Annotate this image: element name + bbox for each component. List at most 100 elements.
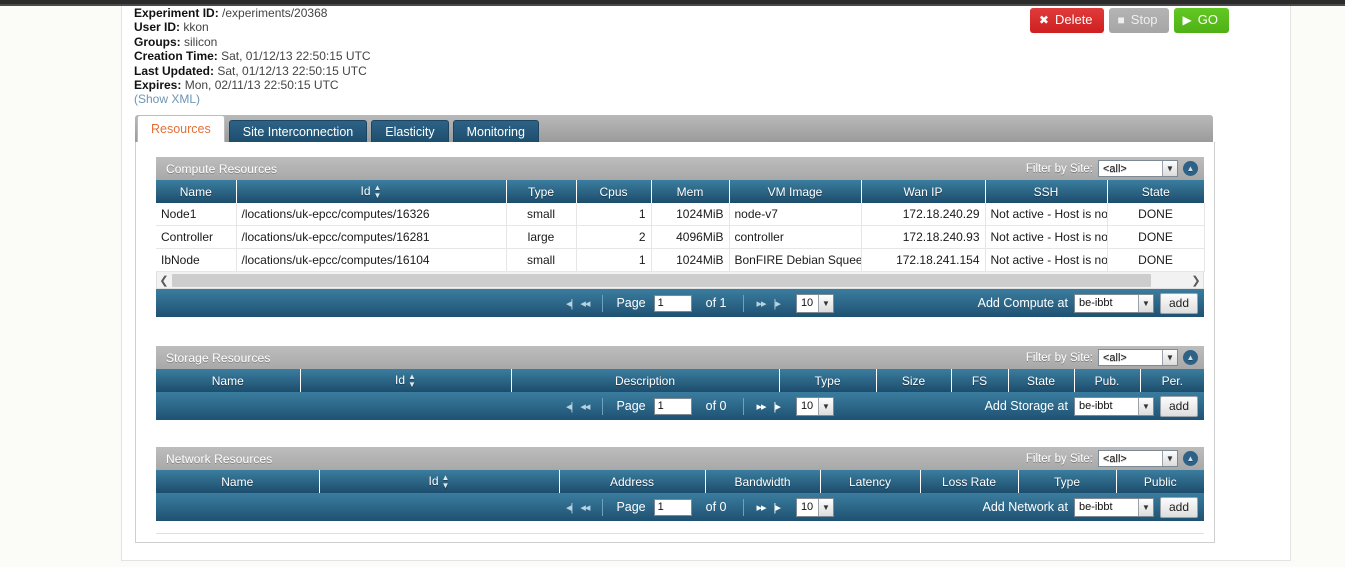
tab-resources[interactable]: Resources	[137, 115, 225, 143]
metadata-value: silicon	[180, 34, 218, 49]
add-button[interactable]: add	[1159, 395, 1198, 417]
filter-by-site-select[interactable]: <all> ▼	[1098, 349, 1178, 366]
column-header-wan-ip[interactable]: Wan IP	[861, 180, 986, 203]
chevron-down-icon: ▼	[1137, 294, 1153, 312]
scroll-right-arrow-icon[interactable]: ❯	[1189, 274, 1203, 287]
add-site-select[interactable]: be-ibbt ▼	[1073, 293, 1154, 313]
last-page-icon[interactable]: |▸	[774, 501, 781, 514]
add-button[interactable]: add	[1159, 292, 1198, 314]
column-header-pub[interactable]: Pub.	[1074, 369, 1141, 392]
rows-per-page-select[interactable]: 10 ▼	[795, 497, 834, 517]
add-site-select[interactable]: be-ibbt ▼	[1073, 396, 1154, 416]
rows-per-page-value: 10	[800, 400, 814, 412]
column-header-bandwidth[interactable]: Bandwidth	[705, 470, 821, 493]
first-page-icon[interactable]: ◂|	[566, 400, 573, 413]
rows-per-page-select[interactable]: 10 ▼	[795, 293, 834, 313]
divider	[742, 294, 744, 312]
column-header-description[interactable]: Description	[511, 369, 780, 392]
column-header-per[interactable]: Per.	[1140, 369, 1204, 392]
table-row[interactable]: Node1/locations/uk-epcc/computes/16326 sm…	[156, 203, 1205, 226]
table-cell-ssh: Not active - Host is no	[985, 225, 1108, 249]
pagination-controls: ◂| ◂◂ Page of 0 ▸▸ |▸ 10▼	[566, 396, 834, 416]
column-header-label: Size	[901, 373, 926, 388]
chevron-down-icon: ▼	[1162, 350, 1177, 365]
collapse-section-button[interactable]: ▲	[1183, 451, 1198, 466]
network-resources-section: Network Resources Filter by Site: <all> ▼ ▲ N…	[156, 447, 1204, 521]
column-header-type[interactable]: Type	[506, 180, 577, 203]
add-site-value: be-ibbt	[1078, 297, 1113, 309]
page-number-input[interactable]	[653, 397, 692, 415]
chevron-down-icon: ▼	[1162, 451, 1177, 466]
first-page-icon[interactable]: ◂|	[566, 297, 573, 310]
collapse-section-button[interactable]: ▲	[1183, 350, 1198, 365]
add-site-select[interactable]: be-ibbt ▼	[1073, 497, 1154, 517]
column-header-loss-rate[interactable]: Loss Rate	[920, 470, 1019, 493]
metadata-key: Creation Time:	[134, 49, 218, 64]
column-header-name[interactable]: Name	[156, 180, 237, 203]
column-header-id[interactable]: Id ▲ ▼	[300, 369, 512, 392]
column-header-name[interactable]: Name	[156, 369, 301, 392]
last-page-icon[interactable]: |▸	[774, 400, 781, 413]
previous-page-icon[interactable]: ◂◂	[580, 297, 590, 310]
stop-button[interactable]: ■ Stop	[1108, 8, 1169, 33]
next-page-icon[interactable]: ▸▸	[757, 400, 767, 413]
experiment-metadata: Experiment ID: /experiments/20368 User ID…	[134, 6, 371, 107]
column-header-fs[interactable]: FS	[951, 369, 1009, 392]
column-header-type[interactable]: Type	[1018, 470, 1117, 493]
column-header-state[interactable]: State	[1008, 369, 1075, 392]
page-label: Page	[616, 296, 646, 310]
chevron-down-icon: ▼	[1137, 498, 1153, 516]
column-header-address[interactable]: Address	[559, 470, 706, 493]
column-header-id[interactable]: Id ▲ ▼	[236, 180, 507, 203]
horizontal-scrollbar[interactable]: ❮ ❯	[156, 272, 1204, 289]
filter-by-site-value: <all>	[1103, 351, 1127, 364]
column-header-state[interactable]: State	[1107, 180, 1204, 203]
column-header-label: Latency	[848, 474, 892, 489]
column-header-cpus[interactable]: Cpus	[576, 180, 652, 203]
table-header-row: Name Id ▲ ▼ Address Bandwidth Latency Loss Rate…	[156, 470, 1204, 493]
filter-by-site-select[interactable]: <all> ▼	[1098, 450, 1178, 467]
column-header-name[interactable]: Name	[156, 470, 320, 493]
column-header-latency[interactable]: Latency	[820, 470, 921, 493]
previous-page-icon[interactable]: ◂◂	[580, 400, 590, 413]
tab-elasticity[interactable]: Elasticity	[371, 120, 449, 143]
storage-section-title: Storage Resources	[166, 350, 271, 365]
next-page-icon[interactable]: ▸▸	[757, 501, 767, 514]
delete-button[interactable]: ✖ Delete	[1029, 8, 1104, 33]
column-header-vm-image[interactable]: VM Image	[729, 180, 862, 203]
go-button[interactable]: ▶ GO	[1173, 8, 1229, 33]
tab-label: Elasticity	[385, 125, 435, 139]
filter-by-site-group: Filter by Site: <all> ▼ ▲	[1026, 160, 1198, 177]
table-cell-vm-image: controller	[729, 225, 862, 249]
column-header-label: Public	[1143, 474, 1177, 489]
column-header-mem[interactable]: Mem	[651, 180, 730, 203]
scroll-left-arrow-icon[interactable]: ❮	[157, 274, 171, 287]
first-page-icon[interactable]: ◂|	[566, 501, 573, 514]
column-header-id[interactable]: Id ▲ ▼	[319, 470, 560, 493]
tab-monitoring[interactable]: Monitoring	[452, 120, 539, 143]
last-page-icon[interactable]: |▸	[774, 297, 781, 310]
table-row[interactable]: Controller/locations/uk-epcc/computes/16…	[156, 225, 1205, 249]
next-page-icon[interactable]: ▸▸	[757, 297, 767, 310]
collapse-section-button[interactable]: ▲	[1183, 161, 1198, 176]
column-header-label: Pub.	[1094, 373, 1120, 388]
tab-label: Resources	[151, 122, 211, 136]
column-header-ssh[interactable]: SSH	[985, 180, 1108, 203]
column-header-size[interactable]: Size	[876, 369, 952, 392]
add-button[interactable]: add	[1159, 496, 1198, 518]
tab-site-interconnection[interactable]: Site Interconnection	[228, 120, 368, 143]
column-header-type[interactable]: Type	[779, 369, 877, 392]
column-header-public[interactable]: Public	[1116, 470, 1204, 493]
page-number-input[interactable]	[653, 294, 692, 312]
compute-section-title: Compute Resources	[166, 161, 278, 176]
rows-per-page-select[interactable]: 10 ▼	[795, 396, 834, 416]
table-row[interactable]: IbNode/locations/uk-epcc/computes/16104 s…	[156, 248, 1205, 272]
previous-page-icon[interactable]: ◂◂	[580, 501, 590, 514]
show-xml-link[interactable]: (Show XML)	[134, 92, 371, 106]
metadata-row: Experiment ID: /experiments/20368	[134, 6, 371, 20]
page-total-label: of 0	[705, 399, 727, 413]
compute-pager: ◂|◂◂Pageof 1▸▸|▸10▼Add Compute atbe-ibbt…	[156, 289, 1204, 317]
page-number-input[interactable]	[653, 498, 692, 516]
filter-by-site-select[interactable]: <all> ▼	[1098, 160, 1178, 177]
scrollbar-thumb[interactable]	[172, 273, 1151, 287]
